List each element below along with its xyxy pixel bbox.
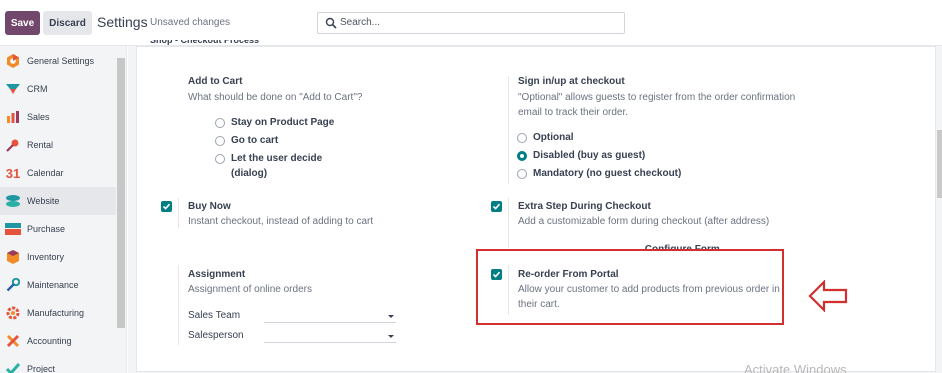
sidebar-item-label: Accounting (27, 336, 72, 346)
assignment-label: Assignment (188, 269, 246, 280)
watermark: Activate Windows (744, 362, 847, 373)
radio-mandatory[interactable]: Mandatory (no guest checkout) (517, 168, 681, 179)
divider (178, 198, 179, 228)
sidebar-item-label: Maintenance (27, 280, 79, 290)
radio-button[interactable] (517, 168, 527, 179)
manufacturing-icon (5, 305, 21, 321)
settings-sidebar: General Settings CRM Sales Rental 31 Cal… (0, 46, 127, 373)
sidebar-item-label: Inventory (27, 252, 65, 262)
page-title: Settings (97, 14, 148, 30)
search-icon (325, 17, 337, 29)
sidebar-item-calendar[interactable]: 31 Calendar (0, 159, 116, 187)
buy-now-desc: Instant checkout, instead of adding to c… (188, 216, 374, 227)
sidebar-item-label: Website (27, 196, 60, 206)
radio-button[interactable] (215, 135, 225, 146)
sidebar-item-maintenance[interactable]: Maintenance (0, 271, 116, 299)
unsaved-indicator: Unsaved changes (150, 17, 231, 28)
sidebar-item-label: Rental (27, 140, 54, 150)
sidebar-item-general-settings[interactable]: General Settings (0, 47, 116, 75)
divider (508, 76, 509, 184)
radio-go-to-cart[interactable]: Go to cart (215, 135, 278, 146)
accounting-icon (5, 333, 21, 349)
caret-down-icon (388, 335, 394, 338)
signin-desc-line2: email to track their order. (518, 107, 629, 118)
radio-label: Go to cart (231, 135, 279, 146)
extra-step-checkbox[interactable] (491, 201, 502, 212)
buy-now-label: Buy Now (188, 201, 231, 212)
sales-icon (5, 109, 21, 125)
radio-button[interactable] (215, 153, 225, 164)
save-button[interactable]: Save (5, 11, 40, 35)
purchase-icon (5, 221, 21, 237)
radio-button[interactable] (517, 132, 527, 143)
sidebar-item-accounting[interactable]: Accounting (0, 327, 116, 355)
salesperson-label: Salesperson (188, 330, 244, 341)
maintenance-icon (5, 277, 21, 293)
sidebar-item-label: Manufacturing (27, 308, 85, 318)
sidebar-item-label: General Settings (27, 56, 95, 66)
sidebar-item-rental[interactable]: Rental (0, 131, 116, 159)
buy-now-checkbox[interactable] (161, 201, 172, 212)
sidebar-item-inventory[interactable]: Inventory (0, 243, 116, 271)
discard-button[interactable]: Discard (43, 11, 92, 35)
sidebar-item-project[interactable]: Project (0, 355, 116, 373)
sidebar-scrollbar[interactable] (117, 58, 125, 328)
calendar-icon: 31 (5, 165, 21, 181)
radio-label: Let the user decide (231, 153, 323, 164)
sidebar-item-label: Purchase (27, 224, 66, 234)
checkmark-icon (162, 203, 171, 210)
general-settings-icon (5, 53, 21, 69)
sidebar-item-label: CRM (27, 84, 48, 94)
arrow-left-icon (808, 280, 848, 312)
radio-label: Disabled (buy as guest) (533, 150, 646, 161)
crm-icon (5, 81, 21, 97)
radio-label: Optional (533, 132, 574, 143)
extra-step-label: Extra Step During Checkout (518, 201, 651, 212)
main-scrollbar[interactable] (937, 130, 942, 198)
radio-label: Stay on Product Page (231, 117, 335, 128)
sidebar-item-manufacturing[interactable]: Manufacturing (0, 299, 116, 327)
add-to-cart-label: Add to Cart (188, 76, 243, 87)
add-to-cart-desc: What should be done on "Add to Cart"? (188, 92, 363, 103)
radio-label-continuation: (dialog) (231, 168, 268, 179)
radio-let-user-decide[interactable]: Let the user decide (215, 153, 322, 164)
caret-down-icon (388, 315, 394, 318)
website-icon (5, 193, 21, 209)
signin-label: Sign in/up at checkout (518, 76, 625, 87)
sidebar-item-label: Project (27, 364, 56, 373)
inventory-icon (5, 249, 21, 265)
checkmark-icon (492, 203, 501, 210)
sidebar-item-purchase[interactable]: Purchase (0, 215, 116, 243)
radio-stay-on-product-page[interactable]: Stay on Product Page (215, 117, 334, 128)
sidebar-item-label: Calendar (27, 168, 64, 178)
sidebar-item-crm[interactable]: CRM (0, 75, 116, 103)
sales-team-label: Sales Team (188, 310, 241, 321)
signin-desc-line1: "Optional" allows guests to register fro… (518, 92, 796, 103)
extra-step-desc: Add a customizable form during checkout … (518, 216, 770, 227)
radio-button[interactable] (215, 117, 225, 128)
sidebar-item-website[interactable]: Website (0, 187, 116, 215)
sidebar-item-sales[interactable]: Sales (0, 103, 116, 131)
salesperson-select[interactable] (264, 329, 396, 343)
rental-icon (5, 137, 21, 153)
section-title: Shop - Checkout Process (150, 40, 260, 45)
radio-button-selected[interactable] (517, 150, 527, 161)
divider (178, 265, 179, 345)
sidebar-item-label: Sales (27, 112, 50, 122)
divider (508, 198, 509, 248)
search-input[interactable] (340, 17, 620, 28)
radio-optional[interactable]: Optional (517, 132, 574, 143)
radio-disabled-buy-as-guest[interactable]: Disabled (buy as guest) (517, 150, 645, 161)
project-icon (5, 361, 21, 373)
radio-label: Mandatory (no guest checkout) (533, 168, 682, 179)
top-bar: Save Discard Settings Unsaved changes (0, 0, 942, 46)
assignment-desc: Assignment of online orders (188, 284, 312, 295)
search-bar[interactable] (317, 12, 625, 34)
highlight-box (476, 249, 784, 325)
sales-team-select[interactable] (264, 309, 396, 323)
